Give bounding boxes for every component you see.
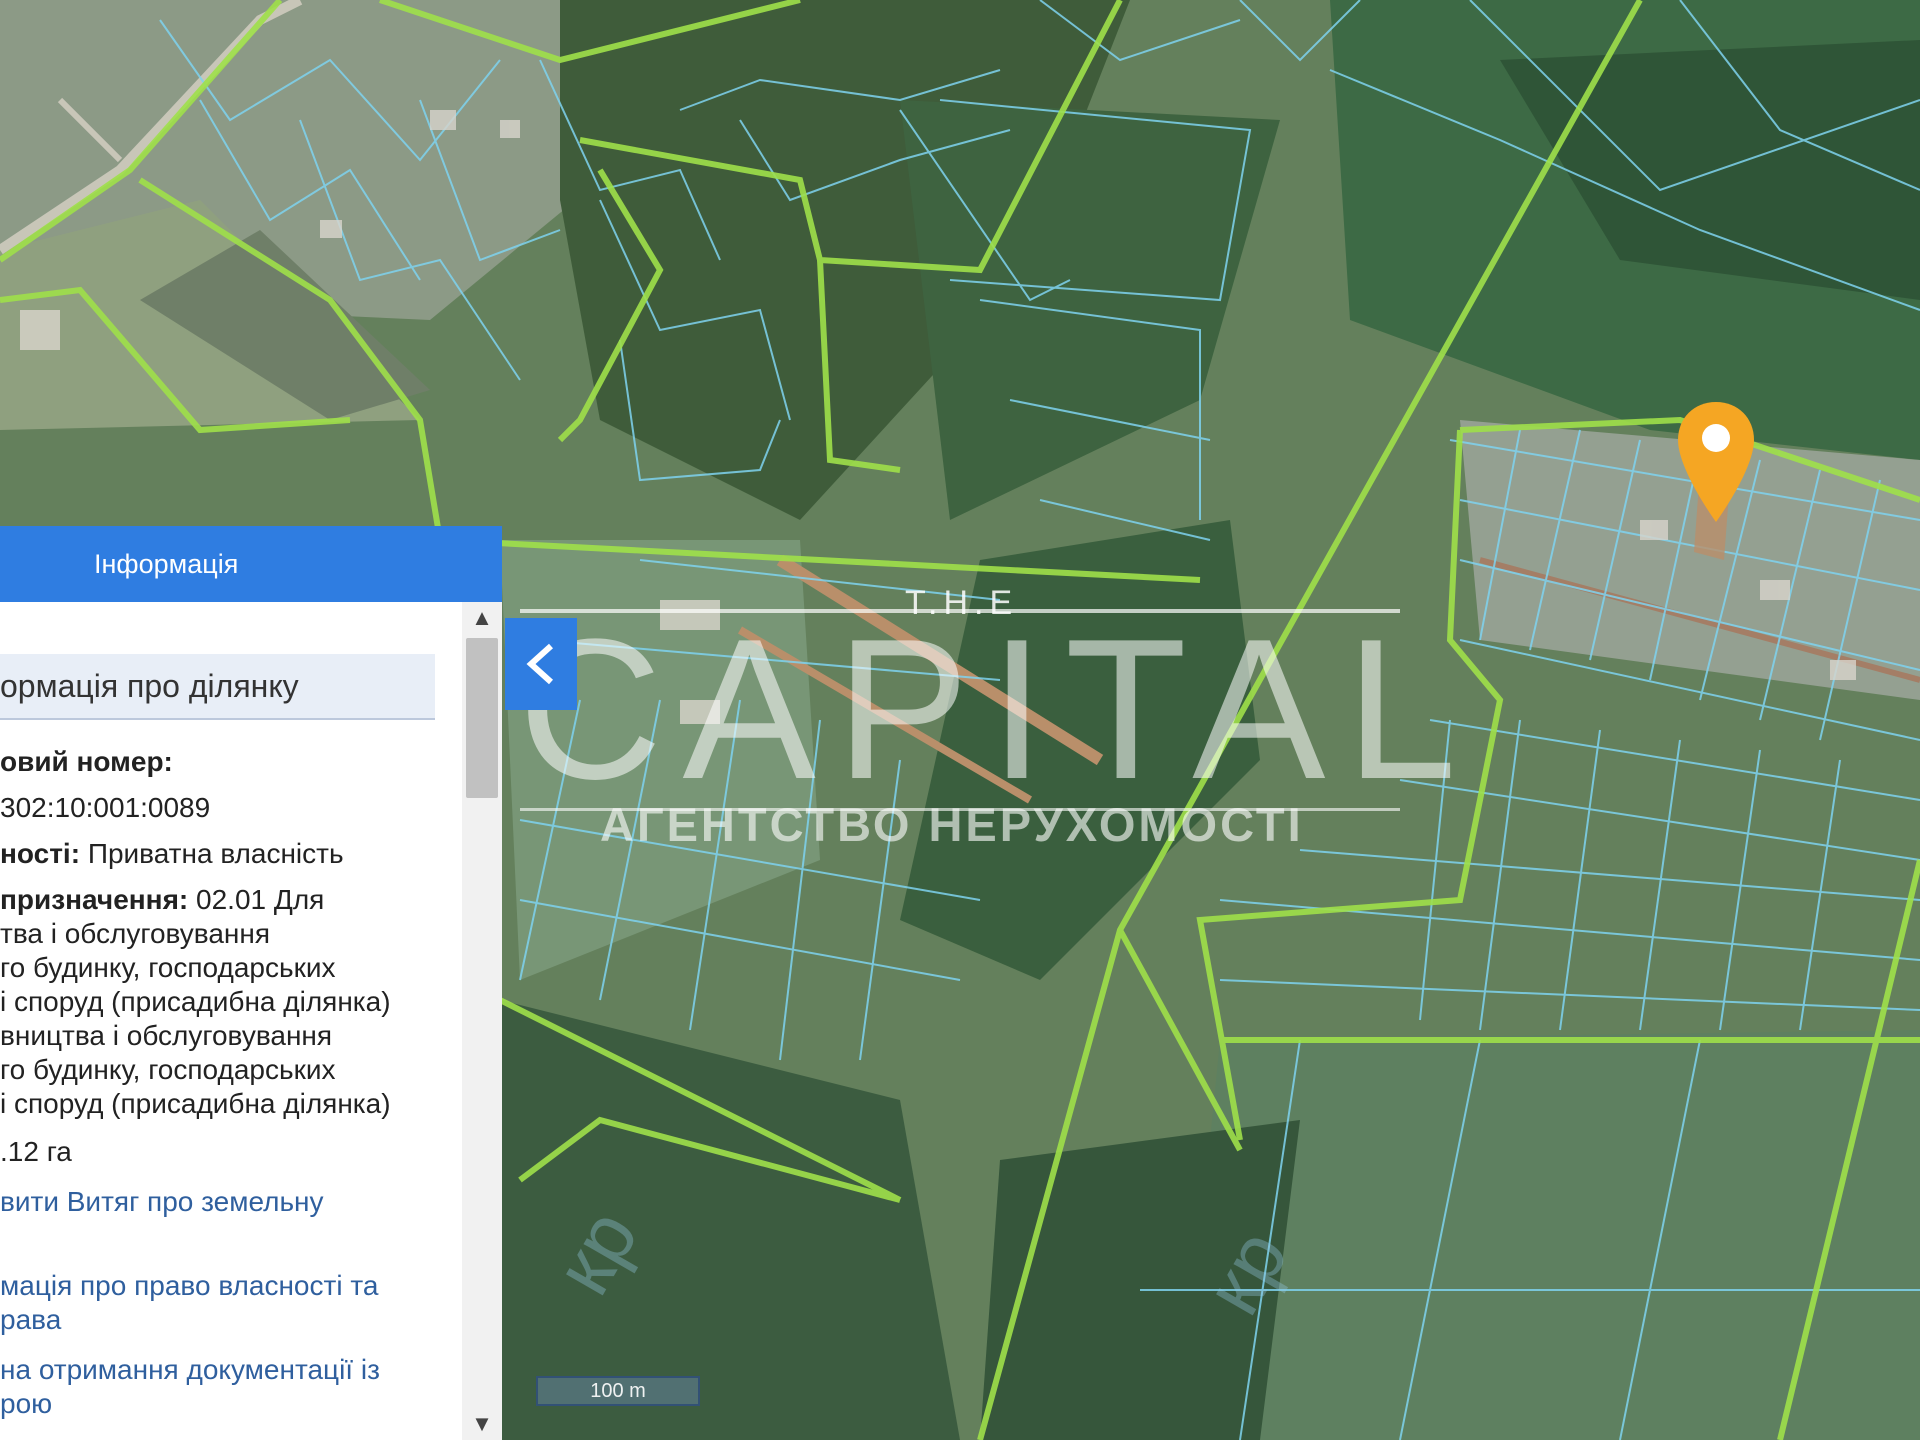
area-value: .12 га [0, 1136, 72, 1167]
ownership-label: ності: [0, 838, 81, 869]
extract-link[interactable]: вити Витяг про земельну [0, 1186, 324, 1218]
watermark-capital: CAPITAL [518, 598, 1477, 821]
purpose-line: го будинку, господарських [0, 1054, 336, 1085]
info-panel-title: Інформація [94, 548, 239, 579]
ownership-info-link[interactable]: мація про право власності та [0, 1270, 378, 1302]
cadastral-number-label: овий номер: [0, 746, 173, 777]
purpose-line: і споруд (присадибна ділянка) [0, 986, 391, 1017]
purpose-label: призначення: [0, 884, 189, 915]
info-panel-scrollbar[interactable]: ▲ ▼ [462, 602, 502, 1440]
scroll-down-icon[interactable]: ▼ [470, 1412, 494, 1436]
parcel-info-section-title[interactable]: ормація про ділянку [0, 654, 435, 720]
chevron-left-icon [526, 643, 554, 685]
map-scale-bar: 100 m [536, 1376, 700, 1406]
documentation-request-link-continued[interactable]: рою [0, 1388, 52, 1420]
cadastral-number-value: 302:10:001:0089 [0, 792, 211, 823]
info-panel: Інформація ормація про ділянку овий номе… [0, 526, 502, 1440]
documentation-request-link[interactable]: на отримання документації із [0, 1354, 380, 1386]
purpose-line: і споруд (присадибна ділянка) [0, 1088, 391, 1119]
location-pin-icon[interactable] [1676, 400, 1756, 524]
watermark-agency: АГЕНТСТВО НЕРУХОМОСТІ [600, 798, 1304, 851]
scroll-up-icon[interactable]: ▲ [470, 606, 494, 630]
ownership-value: Приватна власність [87, 838, 344, 869]
collapse-panel-button[interactable] [505, 618, 577, 710]
ownership-info-link-continued[interactable]: рава [0, 1304, 61, 1336]
purpose-row: призначення: 02.01 Для [0, 884, 324, 916]
purpose-line: го будинку, господарських [0, 952, 336, 983]
purpose-line: тва і обслуговування [0, 918, 271, 949]
purpose-value: 02.01 Для [196, 884, 325, 915]
info-panel-body: ормація про ділянку овий номер: 302:10:0… [0, 602, 462, 1440]
info-panel-header: Інформація [0, 526, 502, 602]
scrollbar-thumb[interactable] [466, 638, 498, 798]
ownership-row: ності: Приватна власність [0, 838, 344, 870]
purpose-line: вництва і обслуговування [0, 1020, 333, 1051]
